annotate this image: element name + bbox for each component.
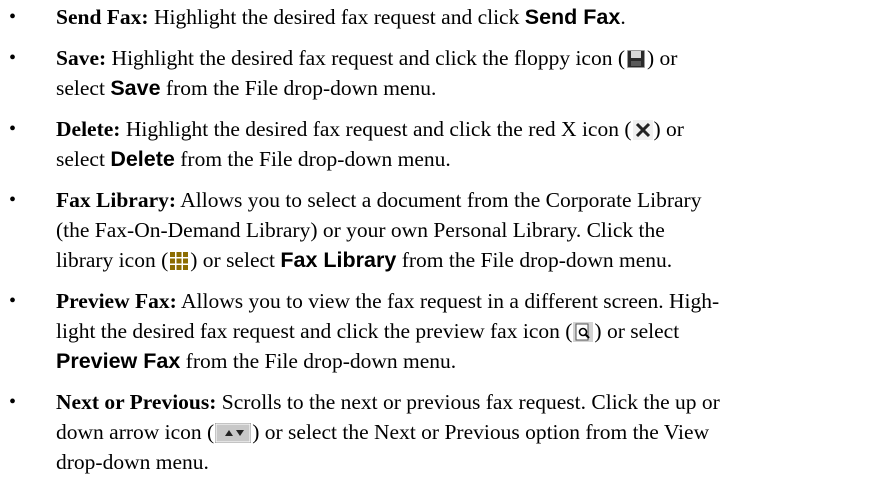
bullet: • [9,391,17,413]
preview-fax-icon [573,322,594,342]
floppy-icon [626,49,646,69]
item-term: Save: [56,46,107,70]
up-down-arrow-icon [215,423,252,443]
item-term: Preview Fax: [56,289,177,313]
bullet: • [9,290,17,312]
item-term: Next or Previous: [56,390,217,414]
bullet: • [9,6,17,28]
library-icon [169,251,190,271]
bullet: • [9,118,17,140]
delete-x-icon [632,120,653,140]
ui-label: Save [110,76,161,100]
ui-label: Delete [110,147,175,171]
item-term: Send Fax: [56,5,149,29]
bullet: • [9,189,17,211]
item-term: Fax Library: [56,188,177,212]
ui-label: Send Fax [524,5,621,29]
ui-label: Preview Fax [56,349,181,373]
bullet: • [9,47,17,69]
item-term: Delete: [56,117,121,141]
ui-label: Fax Library [280,248,397,272]
